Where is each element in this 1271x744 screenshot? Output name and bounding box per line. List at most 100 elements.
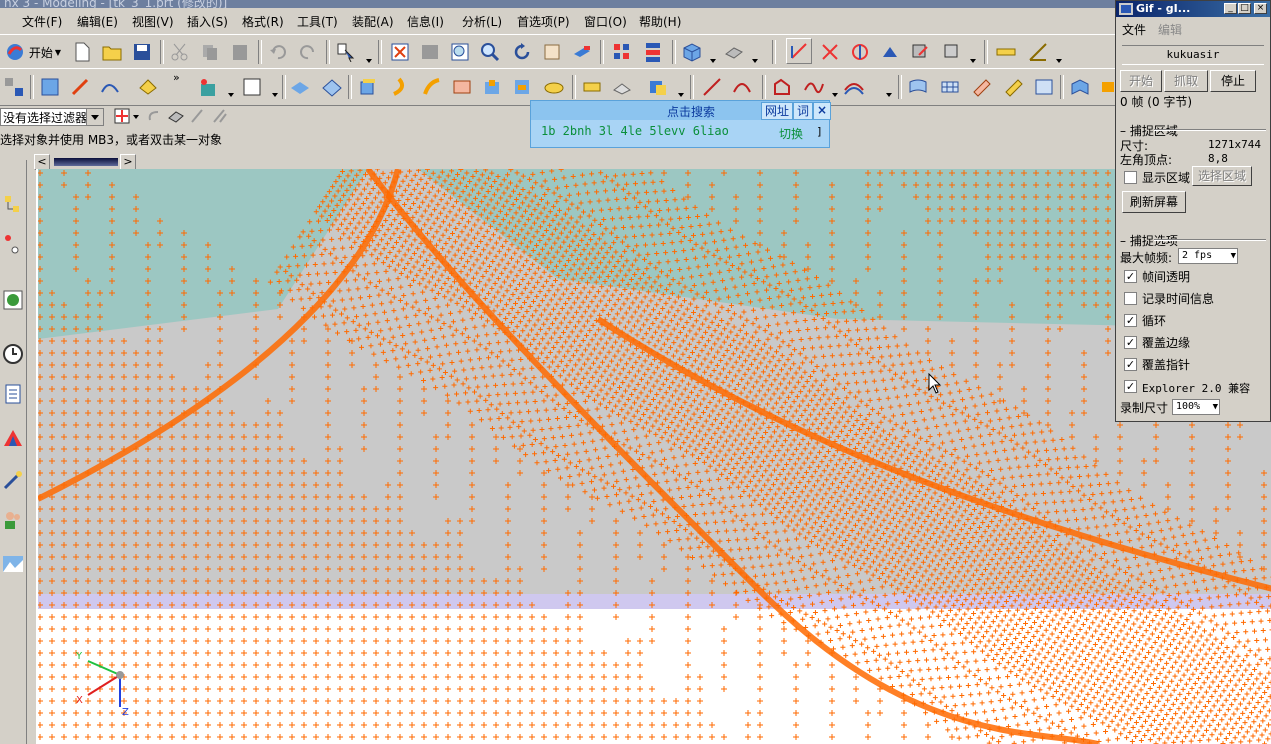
slot-button[interactable] — [580, 75, 604, 99]
extrude-button[interactable] — [356, 75, 380, 99]
zoom-button[interactable] — [448, 40, 472, 64]
view-orient-button[interactable] — [722, 40, 746, 64]
boolean-dropdown[interactable] — [678, 93, 684, 97]
close-icon[interactable]: × — [1254, 3, 1267, 14]
redo-button[interactable] — [296, 40, 320, 64]
gif-menu-file[interactable]: 文件 — [1122, 21, 1146, 38]
wcs-display-button[interactable] — [940, 40, 964, 64]
point-button[interactable] — [196, 75, 220, 99]
scroll-left-button[interactable]: < — [34, 154, 50, 170]
selection-dropdown[interactable] — [366, 59, 372, 63]
start-record-button[interactable]: 开始 — [1120, 70, 1162, 92]
ruled-surface-button[interactable] — [1002, 75, 1026, 99]
curve-button[interactable] — [98, 75, 122, 99]
plane-button[interactable] — [240, 75, 264, 99]
pad-button[interactable] — [542, 75, 566, 99]
select-feature-button[interactable] — [186, 104, 210, 128]
palette-button[interactable] — [1, 426, 25, 450]
profile-button[interactable] — [770, 75, 794, 99]
plane-dropdown[interactable] — [272, 93, 278, 97]
search-candidates[interactable]: 1b 2bnh 3l 4le 5levv 6liao — [541, 124, 729, 138]
stop-button[interactable]: 停止 — [1210, 70, 1256, 92]
shaded-view-button[interactable] — [680, 40, 704, 64]
spline-dropdown[interactable] — [832, 93, 838, 97]
start-button[interactable]: 开始 ▼ — [2, 40, 64, 64]
selection-filter-select[interactable]: 没有选择过滤器 — [0, 108, 104, 126]
option-checkbox[interactable] — [1124, 292, 1137, 305]
menu-edit[interactable]: 编辑(E) — [77, 13, 118, 30]
menu-tools[interactable]: 工具(T) — [297, 13, 338, 30]
quick-pick-button[interactable] — [164, 104, 188, 128]
max-fps-select[interactable]: 2 fps — [1178, 248, 1238, 264]
offset-curve-button[interactable] — [842, 75, 866, 99]
scroll-thumb[interactable] — [54, 158, 118, 166]
option-checkbox[interactable]: ✓ — [1124, 270, 1137, 283]
bounded-plane-button[interactable] — [1068, 75, 1092, 99]
option-checkbox[interactable]: ✓ — [1124, 380, 1137, 393]
fit-view-button[interactable] — [388, 40, 412, 64]
menu-format[interactable]: 格式(R) — [242, 13, 284, 30]
web-browser-button[interactable] — [1, 288, 25, 312]
offset-dropdown[interactable] — [886, 93, 892, 97]
sweep-button[interactable] — [420, 75, 444, 99]
grab-button[interactable]: 抓取 — [1164, 70, 1208, 92]
surface-button-1[interactable] — [288, 75, 312, 99]
selection-button[interactable] — [334, 40, 358, 64]
wcs-dropdown[interactable] — [970, 59, 976, 63]
minimize-icon[interactable]: _ — [1224, 3, 1237, 14]
gif-title-bar[interactable]: Gif - gI... _ □ × — [1116, 1, 1270, 17]
undo-button[interactable] — [266, 40, 290, 64]
hole-button[interactable] — [450, 75, 474, 99]
point-dropdown[interactable] — [228, 93, 234, 97]
measure-distance-button[interactable] — [994, 40, 1018, 64]
undo-select-button[interactable] — [142, 104, 166, 128]
assembly-navigator-button[interactable] — [1, 192, 25, 216]
boss-button[interactable] — [480, 75, 504, 99]
wcs-origin-button[interactable] — [818, 40, 842, 64]
menu-insert[interactable]: 插入(S) — [187, 13, 228, 30]
switch-button[interactable]: 切换 — [779, 125, 803, 142]
history-button[interactable] — [1, 342, 25, 366]
render-style-button[interactable] — [570, 40, 594, 64]
menu-assembly[interactable]: 装配(A) — [352, 13, 394, 30]
roles-button[interactable] — [1, 508, 25, 532]
spline-button[interactable] — [802, 75, 826, 99]
open-file-button[interactable] — [100, 40, 124, 64]
gif-menu-edit[interactable]: 编辑 — [1158, 21, 1182, 38]
measure-angle-button[interactable] — [1026, 40, 1050, 64]
chevron-down-icon[interactable] — [86, 109, 103, 125]
graphics-window[interactable]: Y X Z — [36, 169, 1271, 744]
boolean-button[interactable] — [646, 75, 670, 99]
select-area-button[interactable]: 选择区域 — [1192, 166, 1252, 186]
scroll-right-button[interactable]: > — [120, 154, 136, 170]
measure-dropdown[interactable] — [1056, 59, 1062, 63]
option-checkbox[interactable]: ✓ — [1124, 358, 1137, 371]
reuse-library-button[interactable] — [1, 382, 25, 406]
surface-button-2[interactable] — [320, 75, 344, 99]
sketch-button[interactable] — [68, 75, 92, 99]
cut-button[interactable] — [168, 40, 192, 64]
through-curves-button[interactable] — [906, 75, 930, 99]
snap-point-button[interactable] — [110, 104, 134, 128]
zoom-in-out-button[interactable] — [478, 40, 502, 64]
part-navigator-tab[interactable] — [1, 232, 25, 256]
menu-file[interactable]: 文件(F) — [22, 13, 62, 30]
application-button[interactable] — [2, 75, 26, 99]
close-icon[interactable]: × — [813, 102, 831, 120]
word-button[interactable]: 词 — [793, 102, 813, 120]
shaded-view-dropdown[interactable] — [710, 59, 716, 63]
groove-button[interactable] — [610, 75, 634, 99]
system-scenes-button[interactable] — [1, 552, 25, 576]
swept-surface-button[interactable] — [970, 75, 994, 99]
wcs-save-button[interactable] — [908, 40, 932, 64]
line-button[interactable] — [700, 75, 724, 99]
layer-button-2[interactable] — [642, 40, 666, 64]
menu-info[interactable]: 信息(I) — [407, 13, 444, 30]
refresh-screen-button[interactable]: 刷新屏幕 — [1122, 191, 1186, 213]
process-studio-button[interactable] — [1, 468, 25, 492]
menu-view[interactable]: 视图(V) — [132, 13, 174, 30]
more-tools-chevron-icon[interactable]: » — [173, 71, 180, 84]
record-size-select[interactable]: 100% — [1172, 399, 1220, 415]
save-button[interactable] — [130, 40, 154, 64]
select-face-button[interactable] — [208, 104, 232, 128]
